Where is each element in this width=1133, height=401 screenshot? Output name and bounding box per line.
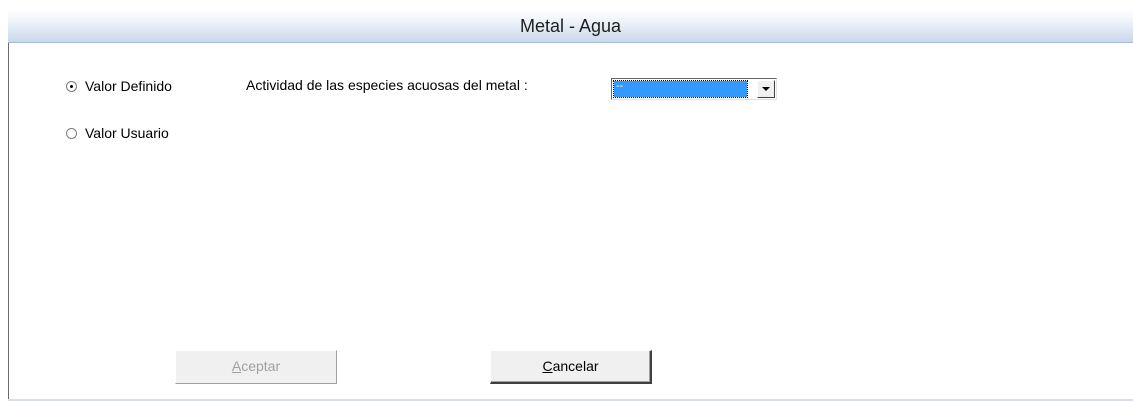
chevron-down-icon <box>762 87 770 91</box>
cancelar-button[interactable]: Cancelar <box>490 350 652 384</box>
actividad-combobox[interactable]: -- <box>611 78 777 100</box>
aceptar-mnemonic: A <box>231 358 242 374</box>
cancelar-mnemonic: C <box>542 358 553 374</box>
radio-valor-definido[interactable]: Valor Definido <box>66 78 172 94</box>
radio-unchecked-icon <box>66 127 77 139</box>
combobox-selected-value: -- <box>613 80 748 98</box>
combobox-dropdown-button[interactable] <box>757 80 775 98</box>
cancelar-label: ancelar <box>552 358 599 374</box>
radio-valor-definido-label: Valor Definido <box>85 78 172 94</box>
aceptar-label: ceptar <box>241 358 281 374</box>
aceptar-button[interactable]: Aceptar <box>175 350 337 384</box>
actividad-label: Actividad de las especies acuosas del me… <box>246 77 528 93</box>
dialog-title: Metal - Agua <box>519 16 622 36</box>
window-left-border <box>8 10 9 401</box>
radio-valor-usuario[interactable]: Valor Usuario <box>66 125 169 141</box>
dialog-window: Metal - Agua Valor Definido Valor Usuari… <box>0 0 1133 401</box>
radio-checked-icon <box>66 80 77 92</box>
radio-valor-usuario-label: Valor Usuario <box>85 125 169 141</box>
title-bar[interactable]: Metal - Agua <box>8 10 1133 43</box>
